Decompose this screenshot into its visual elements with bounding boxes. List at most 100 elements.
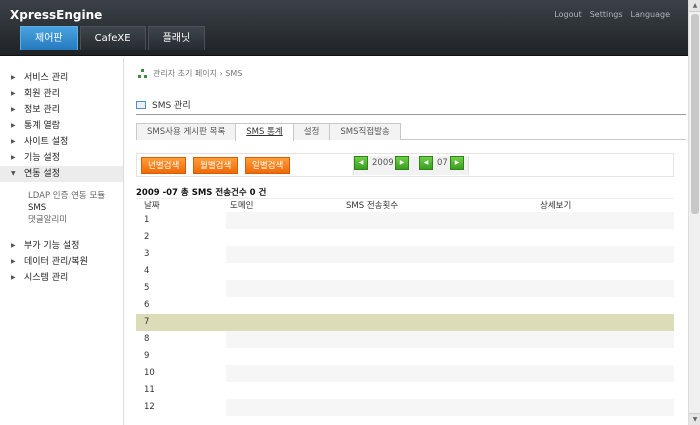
page-title-bar: SMS 관리 [136,95,686,115]
logo[interactable]: XpressEngine [10,8,102,22]
table-row: 8 [136,331,674,348]
daily-search-button[interactable]: 일별검색 [245,157,291,174]
sidebar-item-addon[interactable]: ▶ 부가 기능 설정 [0,238,123,254]
row-date: 11 [136,382,226,399]
language-link[interactable]: Language [631,10,670,19]
chevron-right-icon: ▶ [11,274,16,281]
tab-settings[interactable]: 설정 [292,123,331,140]
prev-year-button[interactable]: ◀ [354,156,368,170]
sidebar-item-label: 서비스 관리 [24,73,69,83]
row-date: 8 [136,331,226,348]
sidebar-item-integration[interactable]: ▼ 연동 설정 [0,166,123,182]
sidebar-item-system[interactable]: ▶ 시스템 관리 [0,270,123,286]
row-date: 10 [136,365,226,382]
admin-header: XpressEngine Logout Settings Language 제어… [0,0,688,56]
sidebar-item-label: 사이트 설정 [24,137,69,147]
yearly-search-button[interactable]: 년별검색 [141,157,187,174]
chevron-right-icon: ▶ [11,154,16,161]
month-value: 07 [437,158,448,168]
tab-sms-stats[interactable]: SMS 통계 [235,123,294,141]
window-icon [136,100,146,109]
sitemap-icon [138,68,148,79]
sidebar-item-feature[interactable]: ▶ 기능 설정 [0,150,123,166]
sidebar-item-site[interactable]: ▶ 사이트 설정 [0,134,123,150]
sidebar-item-stats[interactable]: ▶ 통계 열람 [0,118,123,134]
sidebar-item-label: 회원 관리 [24,89,60,99]
table-row: 6 [136,297,674,314]
col-date: 날짜 [144,201,160,211]
monthly-search-button[interactable]: 월별검색 [193,157,239,174]
table-row: 3 [136,246,674,263]
row-date: 7 [136,314,226,331]
tab-direct-send[interactable]: SMS직접발송 [329,123,401,140]
table-row: 5 [136,280,674,297]
sidebar-item-data[interactable]: ▶ 데이터 관리/복원 [0,254,123,270]
page-title: SMS 관리 [152,101,191,111]
sidebar-item-label: 시스템 관리 [24,273,69,283]
sidebar-menu-2: ▶ 부가 기능 설정 ▶ 데이터 관리/복원 ▶ 시스템 관리 [0,238,123,286]
vertical-scrollbar[interactable]: ▲ ▼ [688,0,700,425]
sidebar-item-label: 정보 관리 [24,105,60,115]
next-year-button[interactable]: ▶ [395,156,409,170]
col-domain: 도메인 [230,201,254,211]
tab-planet[interactable]: 플래닛 [147,26,206,50]
table-row: 2 [136,229,674,246]
scroll-up-icon[interactable]: ▲ [689,0,700,12]
tab-cafexe[interactable]: CafeXE [79,26,146,50]
sidebar-item-label: 데이터 관리/복원 [24,257,88,267]
sidebar-item-info[interactable]: ▶ 정보 관리 [0,102,123,118]
logout-link[interactable]: Logout [554,10,581,19]
sidebar-item-label: 연동 설정 [24,169,60,179]
table-row: 11 [136,382,674,399]
tab-board-list[interactable]: SMS사용 게시판 목록 [136,123,237,140]
col-detail: 상세보기 [540,201,572,211]
table-header: 날짜 도메인 SMS 전송횟수 상세보기 [136,198,674,212]
col-sms-count: SMS 전송횟수 [346,201,399,211]
main-tabs: 제어판 CafeXE 플래닛 [20,26,206,50]
sidebar-sub-ldap[interactable]: LDAP 인증 연동 모듈 [0,190,123,202]
sidebar-menu: ▶ 서비스 관리 ▶ 회원 관리 ▶ 정보 관리 ▶ 통계 열람 ▶ 사이트 설정 ▶ 기능… [0,58,123,226]
row-date: 9 [136,348,226,365]
settings-link[interactable]: Settings [590,10,623,19]
filter-bar: 년별검색 월별검색 일별검색 ◀ 2009 ▶ ◀ 07 ▶ [136,153,674,177]
chevron-right-icon: ▶ [11,90,16,97]
table-row: 1 [136,212,674,229]
chevron-right-icon: ▶ [11,138,16,145]
prev-month-button[interactable]: ◀ [419,156,433,170]
chevron-right-icon: ▶ [11,258,16,265]
year-value: 2009 [372,158,394,168]
tab-control-panel[interactable]: 제어판 [20,26,78,50]
breadcrumb-text[interactable]: 관리자 초기 페이지 › SMS [153,68,242,79]
chevron-right-icon: ▶ [11,122,16,129]
row-date: 6 [136,297,226,314]
table-row-highlighted: 7 [136,314,674,331]
scroll-down-icon[interactable]: ▼ [689,413,700,425]
row-date: 5 [136,280,226,297]
main-content: 관리자 초기 페이지 › SMS SMS 관리 SMS사용 게시판 목록 SMS… [124,58,688,425]
sidebar-item-label: 기능 설정 [24,153,60,163]
sidebar-sub-comment-notifier[interactable]: 댓글알리미 [0,214,123,226]
row-date: 1 [136,212,226,229]
sidebar-item-label: 부가 기능 설정 [24,241,80,251]
next-month-button[interactable]: ▶ [450,156,464,170]
table-row: 12 [136,399,674,416]
sidebar-item-service[interactable]: ▶ 서비스 관리 [0,70,123,86]
top-links: Logout Settings Language [554,10,670,19]
sidebar-item-member[interactable]: ▶ 회원 관리 [0,86,123,102]
table-row: 4 [136,263,674,280]
chevron-right-icon: ▶ [11,74,16,81]
stats-table: 날짜 도메인 SMS 전송횟수 상세보기 1 2 3 4 5 6 7 8 9 1… [136,198,674,416]
sidebar: ▶ 서비스 관리 ▶ 회원 관리 ▶ 정보 관리 ▶ 통계 열람 ▶ 사이트 설정 ▶ 기능… [0,58,124,425]
summary-text: 2009 -07 총 SMS 전송건수 0 건 [136,188,267,198]
chevron-down-icon: ▼ [11,170,16,177]
row-date: 12 [136,399,226,416]
scroll-thumb[interactable] [691,14,699,214]
table-row: 9 [136,348,674,365]
row-date: 4 [136,263,226,280]
row-date: 2 [136,229,226,246]
sidebar-item-label: 통계 열람 [24,121,60,131]
table-row: 10 [136,365,674,382]
chevron-right-icon: ▶ [11,242,16,249]
sidebar-sub-sms[interactable]: SMS [0,202,123,214]
